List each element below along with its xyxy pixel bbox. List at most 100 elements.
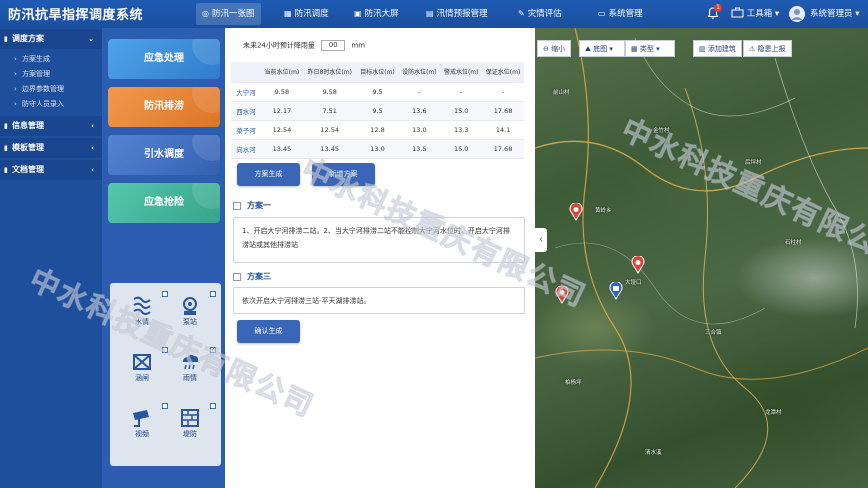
layer-checkbox[interactable]: [162, 403, 168, 409]
layer-checkbox[interactable]: [210, 291, 216, 297]
tab-system[interactable]: ▭ 系统管理: [592, 3, 649, 25]
river-name[interactable]: 西水河: [231, 101, 261, 121]
plan-checkbox[interactable]: [233, 272, 241, 281]
layer-checkbox-checked[interactable]: ✓: [210, 347, 216, 353]
tab-label: 防汛大屏: [364, 9, 399, 19]
zoom-out-button[interactable]: ⊖ 缩小: [537, 40, 572, 57]
sidebar-group-label: 调度方案: [12, 34, 44, 43]
generate-plan-button[interactable]: 方案生成: [237, 163, 300, 186]
avatar[interactable]: [789, 6, 805, 22]
tab-flood-dispatch[interactable]: ▦ 防汛调度: [278, 3, 335, 25]
layer-pump-toggle[interactable]: 泵站: [170, 291, 216, 333]
layer-water-toggle[interactable]: 水情: [122, 291, 168, 333]
user-menu[interactable]: 系统管理员 ▾: [810, 0, 860, 28]
add-plan-button[interactable]: 新增方案: [312, 163, 375, 186]
river-name[interactable]: 菜子河: [231, 120, 261, 140]
layer-label: 雨情: [183, 374, 197, 382]
basemap-select[interactable]: ⛰ 底图 ▾: [579, 40, 625, 57]
plan-title: 方案一: [247, 201, 271, 210]
table-cell: 13.0: [398, 120, 441, 140]
map-marker-warning-icon[interactable]: [569, 203, 583, 221]
tab-label: 系统管理: [608, 9, 643, 19]
chevron-left-icon: ‹: [91, 144, 94, 152]
sidebar-group-dispatch-plan[interactable]: ▮ 调度方案 ⌄: [0, 29, 102, 49]
sidebar-group-label: 文档管理: [12, 165, 44, 174]
tab-forecast[interactable]: ▤ 汛情预报管理: [420, 3, 494, 25]
magnifier-icon: ⊖: [543, 45, 549, 53]
card-flood-drainage[interactable]: 防汛排涝: [108, 87, 220, 127]
map-place-label: 柏杨坪: [565, 380, 582, 386]
tab-disaster-eval[interactable]: ✎ 灾情评估: [512, 3, 568, 25]
map-place-label: 金竹村: [653, 128, 670, 134]
dispatch-plan-panel: 未来24小时预计降雨量 00 mm 当前水位(m) 昨日8时水位(m) 目标水位…: [225, 28, 535, 488]
rainfall-input[interactable]: 00: [321, 40, 346, 51]
report-hazard-label: 隐患上报: [757, 45, 786, 53]
book-icon: ▮: [4, 35, 8, 43]
map-marker-warning-icon[interactable]: [631, 256, 645, 274]
layer-label: 堤防: [183, 430, 197, 438]
tab-flood-screen[interactable]: ▣ 防汛大屏: [348, 3, 405, 25]
layer-dike-toggle[interactable]: 堤防: [170, 403, 216, 445]
sidebar-item-plan-generate[interactable]: › 方案生成: [0, 52, 102, 67]
table-cell: 12.54: [302, 120, 357, 140]
sidebar-group-info-manage[interactable]: ▮ 信息管理 ‹: [0, 116, 102, 136]
map-marker-warning-icon[interactable]: [555, 286, 569, 304]
toolbox-menu[interactable]: 工具箱 ▾: [731, 0, 779, 28]
camera-icon: [133, 410, 149, 427]
sidebar-item-guard-entry[interactable]: › 防守人员录入: [0, 97, 102, 112]
chevron-left-icon: ‹: [91, 166, 94, 174]
add-building-button[interactable]: ▥ 添加建筑: [693, 40, 742, 57]
chevron-down-icon: ▾: [656, 45, 660, 53]
sluice-icon: [133, 354, 151, 370]
card-emergency-rescue[interactable]: 应急抢险: [108, 183, 220, 223]
toolbox-icon: [731, 7, 744, 18]
table-header-cell: 设防水位(m): [398, 62, 441, 83]
type-label: 类型: [639, 45, 654, 53]
table-cell: 13.45: [302, 139, 357, 159]
type-select[interactable]: ▦ 类型 ▾: [625, 40, 675, 57]
layer-sluice-toggle[interactable]: 涵闸: [122, 347, 168, 389]
layer-label: 泵站: [183, 318, 197, 326]
card-emergency-handling[interactable]: 应急处理: [108, 39, 220, 79]
tab-flood-map[interactable]: ◎ 防汛一张图: [196, 3, 261, 25]
layer-checkbox[interactable]: [162, 291, 168, 297]
basemap-icon: ⛰: [585, 45, 591, 53]
plan-three-header[interactable]: 方案三: [233, 271, 271, 282]
screen-icon: ▣: [354, 9, 362, 18]
plan-checkbox[interactable]: [233, 201, 241, 210]
water-icon: [133, 296, 151, 315]
table-cell: 13.6: [398, 101, 441, 121]
satellite-map[interactable]: 前山村 金竹村 后坪村 黄岭乡 石柱村 大垭口 三合镇 柏杨坪 龙潭村 清水溪 …: [535, 28, 868, 488]
toolbox-label: 工具箱: [746, 9, 773, 19]
table-cell: 17.68: [482, 139, 524, 159]
layer-rain-toggle[interactable]: 雨情 ✓: [170, 347, 216, 389]
layer-checkbox[interactable]: [210, 403, 216, 409]
river-name[interactable]: 大宁河: [231, 82, 261, 102]
card-water-diversion[interactable]: 引水调度: [108, 135, 220, 175]
layer-icon-panel: 水情 泵站 涵闸 雨情 ✓ 视频 堤防: [110, 283, 221, 466]
river-name[interactable]: 向水河: [231, 139, 261, 159]
plan-three-content: 依次开启大宁河排涝三站-平天湖排涝站。: [233, 287, 525, 314]
warning-icon: ⚠: [749, 45, 756, 53]
map-place-label: 大垭口: [625, 280, 642, 286]
layer-video-toggle[interactable]: 视频: [122, 403, 168, 445]
confirm-generate-button[interactable]: 确认生成: [237, 320, 300, 343]
rainfall-unit: mm: [351, 41, 366, 50]
sidebar-group-doc-manage[interactable]: ▮ 文档管理 ‹: [0, 160, 102, 180]
layer-checkbox[interactable]: [162, 347, 168, 353]
map-marker-station-icon[interactable]: [609, 282, 623, 300]
rainfall-label: 未来24小时预计降雨量: [243, 41, 315, 50]
table-header-cell: 保证水位(m): [482, 62, 524, 83]
chevron-right-icon: ›: [14, 55, 17, 63]
plan-one-header[interactable]: 方案一: [233, 200, 271, 211]
file-icon: ▮: [4, 144, 8, 152]
table-header-cell: 昨日8时水位(m): [302, 62, 357, 83]
sidebar-item-boundary-params[interactable]: › 边界参数管理: [0, 82, 102, 97]
water-level-table: 当前水位(m) 昨日8时水位(m) 目标水位(m) 设防水位(m) 警戒水位(m…: [231, 62, 524, 159]
collapse-panel-button[interactable]: ‹: [535, 228, 547, 252]
sidebar-item-label: 边界参数管理: [22, 85, 64, 93]
sidebar-group-template-manage[interactable]: ▮ 模板管理 ‹: [0, 138, 102, 158]
building-icon: ▥: [699, 45, 706, 53]
report-hazard-button[interactable]: ⚠ 隐患上报: [743, 40, 792, 57]
sidebar-item-plan-manage[interactable]: › 方案管理: [0, 67, 102, 82]
